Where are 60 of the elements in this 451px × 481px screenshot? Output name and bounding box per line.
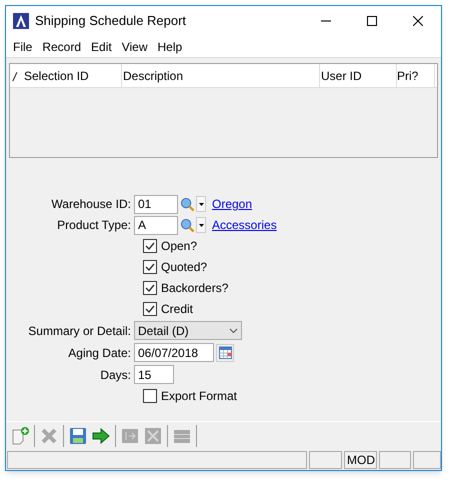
check-icon bbox=[145, 283, 155, 293]
column-header[interactable]: User ID bbox=[320, 64, 397, 87]
check-icon bbox=[145, 241, 155, 251]
menu-item[interactable]: View bbox=[116, 38, 153, 56]
check-icon bbox=[145, 262, 155, 272]
checkbox-label: Open? bbox=[161, 238, 198, 255]
link[interactable]: Accessories bbox=[212, 216, 277, 234]
menu-item[interactable]: File bbox=[8, 38, 38, 56]
save-icon bbox=[68, 426, 88, 446]
expand-icon bbox=[143, 426, 163, 446]
delete-icon bbox=[39, 426, 59, 446]
search-icon bbox=[180, 196, 195, 212]
row-marker: / bbox=[12, 69, 18, 86]
field-label: Warehouse ID: bbox=[50, 196, 132, 213]
window-title: Shipping Schedule Report bbox=[35, 12, 188, 30]
close-icon bbox=[413, 16, 423, 26]
menu-item[interactable]: Edit bbox=[86, 38, 117, 56]
lookup-button[interactable] bbox=[179, 216, 196, 234]
caret-icon bbox=[198, 224, 204, 226]
field-label: Aging Date: bbox=[67, 344, 132, 362]
column-header[interactable]: Description bbox=[122, 64, 320, 87]
column-header[interactable]: Pri? bbox=[397, 64, 435, 87]
caret-icon bbox=[198, 202, 204, 206]
calendar-button[interactable] bbox=[216, 344, 234, 362]
search-icon bbox=[180, 218, 195, 232]
link[interactable]: Oregon bbox=[212, 195, 252, 213]
text-field[interactable]: A bbox=[134, 216, 178, 234]
maximize-icon bbox=[367, 16, 377, 26]
status-panel bbox=[309, 451, 342, 469]
text-field[interactable]: 01 bbox=[134, 194, 178, 214]
checkbox-label: Export Format bbox=[161, 388, 238, 405]
checkbox[interactable] bbox=[143, 281, 157, 295]
date-field[interactable]: 06/07/2018 bbox=[134, 343, 214, 362]
check-icon bbox=[145, 304, 155, 314]
status-indicator: MOD bbox=[344, 451, 377, 469]
lookup-button[interactable] bbox=[179, 195, 196, 213]
calendar-icon bbox=[218, 346, 232, 359]
new-document-icon bbox=[10, 426, 30, 446]
menu-item[interactable]: Record bbox=[37, 38, 86, 56]
checkbox-label: Quoted? bbox=[161, 259, 208, 276]
column-header[interactable]: Selection ID bbox=[22, 64, 122, 87]
checkbox[interactable] bbox=[143, 389, 157, 403]
menu-item[interactable]: Help bbox=[152, 38, 188, 56]
checkbox-label: Credit bbox=[161, 301, 194, 318]
dropdown-button[interactable] bbox=[196, 217, 206, 233]
days-field[interactable]: 15 bbox=[134, 365, 174, 384]
field-label: Days: bbox=[99, 366, 132, 384]
checkbox-label: Backorders? bbox=[161, 280, 228, 297]
status-panel bbox=[379, 451, 411, 469]
checkbox[interactable] bbox=[143, 260, 157, 274]
chevron-down-icon bbox=[229, 328, 238, 334]
arrow-right-icon bbox=[91, 426, 111, 446]
dropdown[interactable]: Detail (D) bbox=[134, 321, 242, 340]
field-label: Summary or Detail: bbox=[27, 322, 132, 340]
checkbox[interactable] bbox=[143, 239, 157, 253]
dropdown-button[interactable] bbox=[196, 196, 206, 212]
status-panel bbox=[413, 451, 441, 469]
app-logo-icon bbox=[13, 13, 29, 29]
field-label: Product Type: bbox=[56, 217, 132, 234]
checkbox[interactable] bbox=[143, 302, 157, 316]
